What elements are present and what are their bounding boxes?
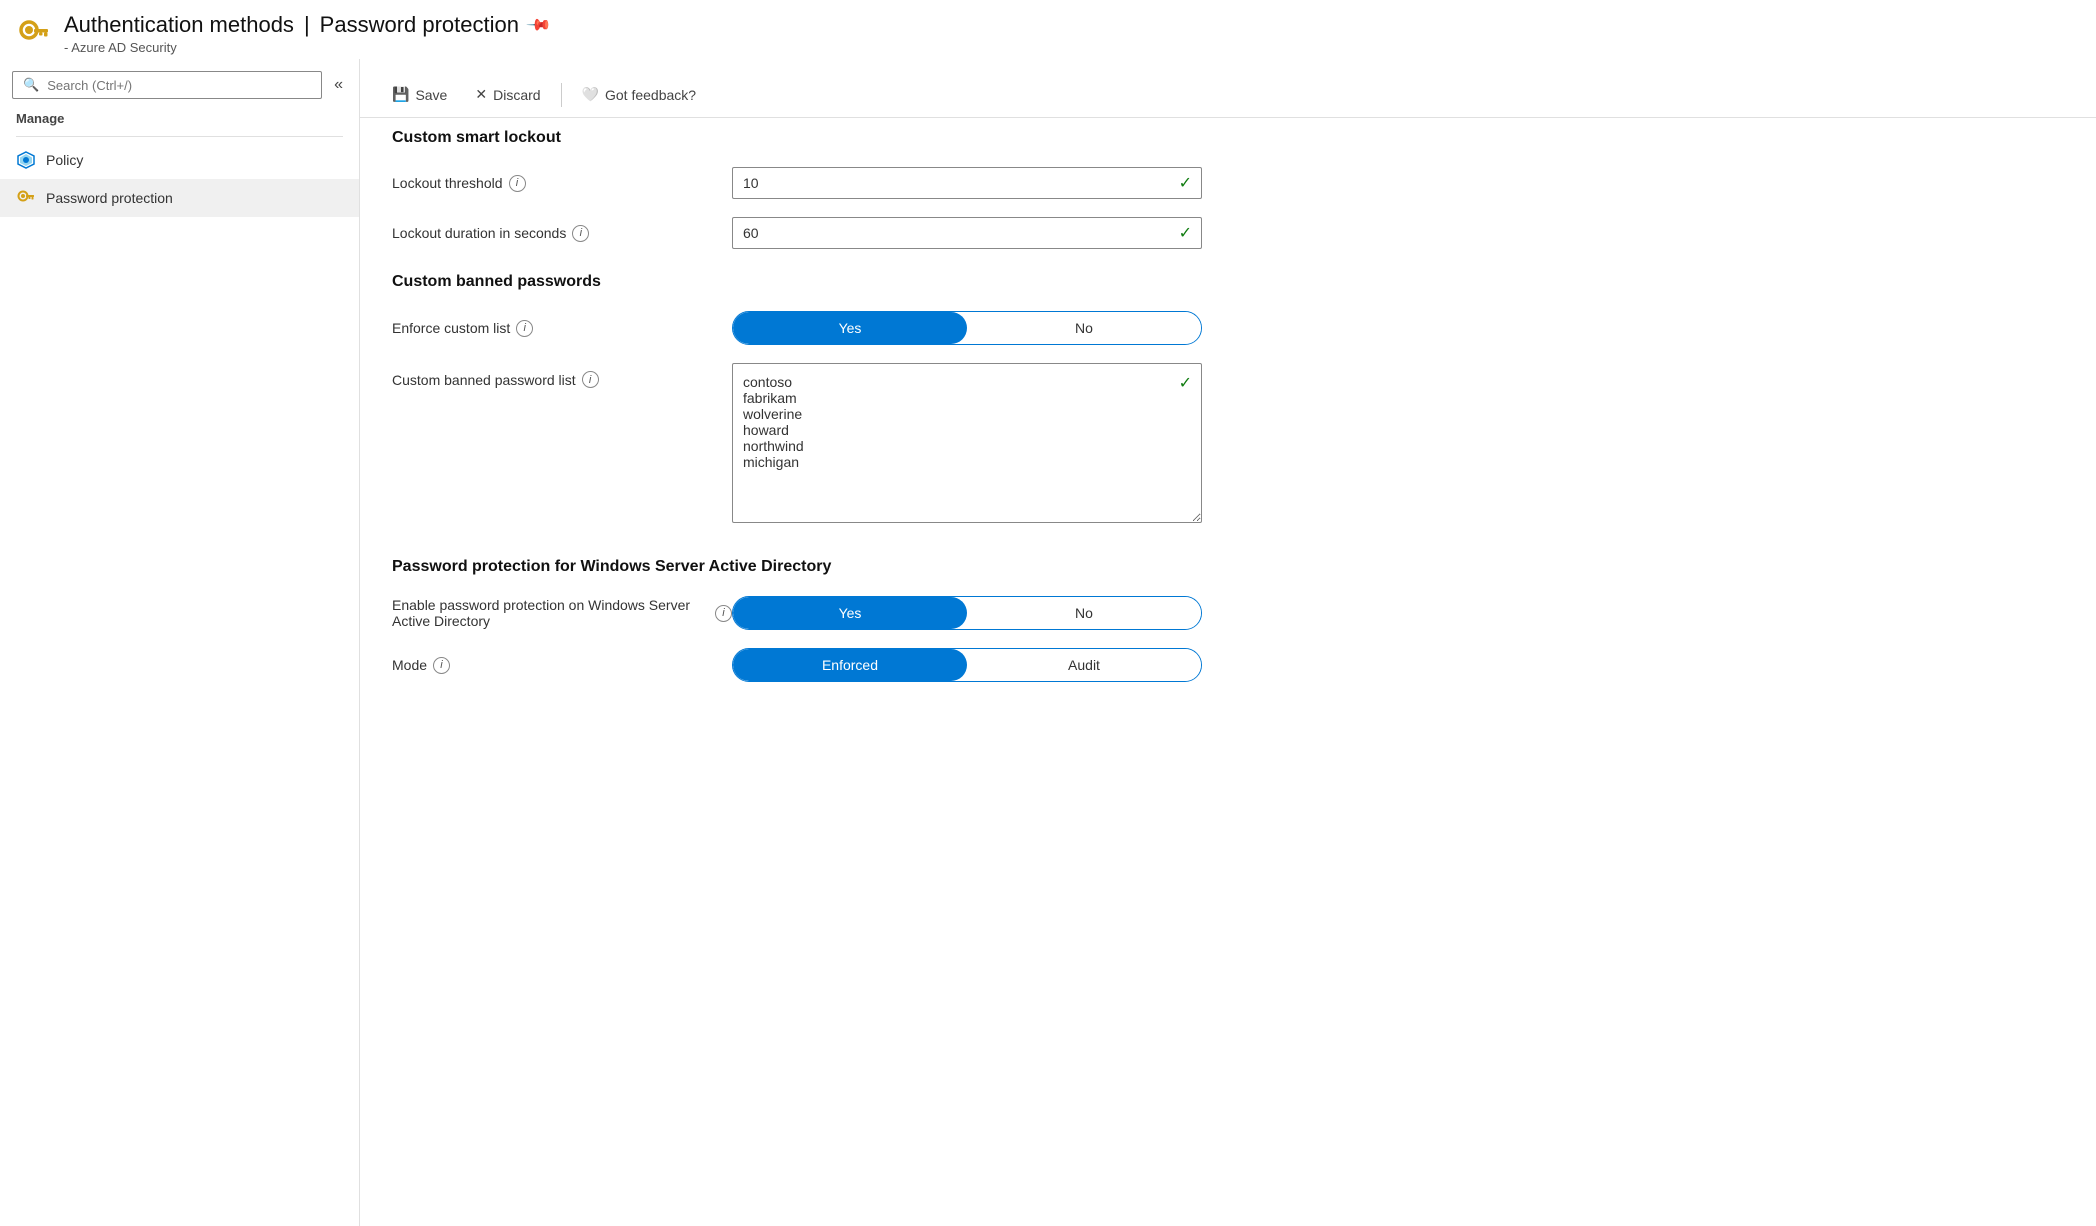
enable-windows-yes-button[interactable]: Yes — [733, 597, 967, 629]
save-label: Save — [415, 87, 447, 103]
mode-row: Mode i Enforced Audit — [392, 648, 2064, 682]
header-subtitle: - Azure AD Security — [64, 40, 549, 55]
enforce-yes-button[interactable]: Yes — [733, 312, 967, 344]
lockout-duration-input-container: ✓ — [732, 217, 1202, 249]
save-button[interactable]: 💾 Save — [380, 80, 459, 109]
lockout-duration-info-icon[interactable]: i — [572, 225, 589, 242]
banned-password-list-info-icon[interactable]: i — [582, 371, 599, 388]
enforce-no-button[interactable]: No — [967, 312, 1201, 344]
mode-toggle: Enforced Audit — [732, 648, 1202, 682]
lockout-threshold-row: Lockout threshold i ✓ — [392, 167, 2064, 199]
feedback-label: Got feedback? — [605, 87, 696, 103]
feedback-button[interactable]: 🤍 Got feedback? — [570, 80, 709, 109]
title-prefix: Authentication methods — [64, 12, 294, 38]
sidebar: 🔍 « Manage Policy — [0, 59, 360, 1226]
sidebar-manage-label: Manage — [0, 99, 359, 132]
enable-windows-info-icon[interactable]: i — [715, 605, 732, 622]
banned-password-list-container: contoso fabrikam wolverine howard northw… — [732, 363, 1202, 526]
content-area: Custom smart lockout Lockout threshold i… — [360, 105, 2096, 1226]
sidebar-divider — [16, 136, 343, 137]
enforce-custom-list-toggle: Yes No — [732, 311, 1202, 345]
lockout-threshold-input-container: ✓ — [732, 167, 1202, 199]
banned-password-list-textarea[interactable]: contoso fabrikam wolverine howard northw… — [732, 363, 1202, 523]
enable-windows-no-button[interactable]: No — [967, 597, 1201, 629]
sidebar-item-policy[interactable]: Policy — [0, 141, 359, 179]
banned-password-list-label: Custom banned password list i — [392, 363, 732, 388]
smart-lockout-title: Custom smart lockout — [392, 129, 2064, 147]
toolbar-separator — [561, 83, 562, 107]
collapse-sidebar-button[interactable]: « — [326, 71, 351, 99]
discard-button[interactable]: ✕ Discard — [463, 80, 552, 109]
mode-label: Mode i — [392, 657, 732, 674]
key-icon — [16, 188, 36, 208]
lockout-duration-row: Lockout duration in seconds i ✓ — [392, 217, 2064, 249]
mode-info-icon[interactable]: i — [433, 657, 450, 674]
enable-windows-row: Enable password protection on Windows Se… — [392, 596, 2064, 630]
page-title: Authentication methods | Password protec… — [64, 12, 549, 38]
mode-audit-button[interactable]: Audit — [967, 649, 1201, 681]
lockout-threshold-input[interactable] — [732, 167, 1202, 199]
sidebar-item-password-label: Password protection — [46, 190, 173, 206]
lockout-threshold-check-icon: ✓ — [1179, 173, 1192, 193]
mode-enforced-button[interactable]: Enforced — [733, 649, 967, 681]
enforce-custom-list-info-icon[interactable]: i — [516, 320, 533, 337]
banned-password-list-row: Custom banned password list i contoso fa… — [392, 363, 2064, 526]
title-suffix: Password protection — [320, 12, 519, 38]
enable-windows-label: Enable password protection on Windows Se… — [392, 597, 732, 629]
lockout-duration-input[interactable] — [732, 217, 1202, 249]
discard-icon: ✕ — [475, 86, 487, 103]
pin-icon[interactable]: 📌 — [525, 11, 553, 39]
search-box: 🔍 — [12, 71, 322, 99]
title-separator: | — [304, 12, 310, 38]
enable-windows-toggle: Yes No — [732, 596, 1202, 630]
discard-label: Discard — [493, 87, 540, 103]
windows-section-title: Password protection for Windows Server A… — [392, 558, 2064, 576]
lockout-duration-label: Lockout duration in seconds i — [392, 225, 732, 242]
sidebar-item-password-protection[interactable]: Password protection — [0, 179, 359, 217]
header-title-group: Authentication methods | Password protec… — [64, 12, 549, 55]
enforce-custom-list-label: Enforce custom list i — [392, 320, 732, 337]
search-input[interactable] — [47, 78, 311, 93]
search-icon: 🔍 — [23, 77, 39, 93]
app-container: Authentication methods | Password protec… — [0, 0, 2096, 1226]
banned-password-list-check-icon: ✓ — [1179, 373, 1192, 393]
banned-passwords-title: Custom banned passwords — [392, 273, 2064, 291]
lockout-threshold-label: Lockout threshold i — [392, 175, 732, 192]
sidebar-item-policy-label: Policy — [46, 152, 83, 168]
policy-icon — [16, 150, 36, 170]
lockout-threshold-info-icon[interactable]: i — [509, 175, 526, 192]
save-icon: 💾 — [392, 86, 409, 103]
main-layout: 🔍 « Manage Policy — [0, 59, 2096, 1226]
page-header: Authentication methods | Password protec… — [0, 0, 2096, 59]
feedback-icon: 🤍 — [582, 86, 599, 103]
header-icon — [16, 16, 52, 52]
enforce-custom-list-row: Enforce custom list i Yes No — [392, 311, 2064, 345]
search-row: 🔍 « — [0, 71, 359, 99]
lockout-duration-check-icon: ✓ — [1179, 223, 1192, 243]
toolbar: 💾 Save ✕ Discard 🤍 Got feedback? — [360, 72, 2096, 118]
